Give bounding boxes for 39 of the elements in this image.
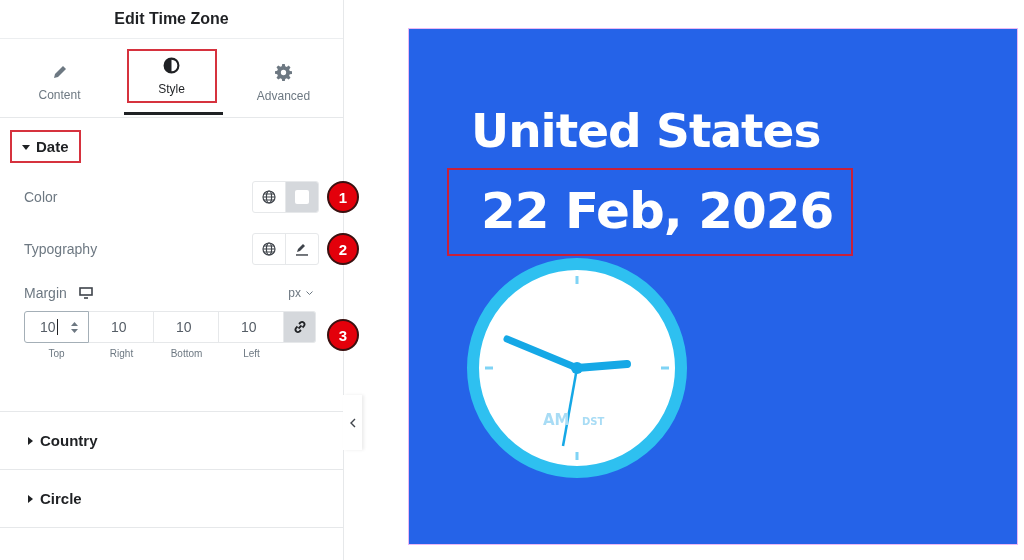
field-label: Top <box>48 348 65 359</box>
desktop-icon <box>78 287 93 299</box>
step-badge: 3 <box>327 319 359 351</box>
caret-icon <box>22 142 30 151</box>
panel-title: Edit Time Zone <box>0 0 343 39</box>
contrast-icon <box>163 56 180 74</box>
dst-label: DST <box>582 416 605 427</box>
settings-icon <box>275 63 292 81</box>
caret-icon <box>26 436 34 445</box>
field-label: Bottom <box>170 348 203 359</box>
section-header[interactable]: Country <box>24 424 110 457</box>
tab[interactable]: Advanced <box>227 49 340 115</box>
tab[interactable]: Content <box>3 49 116 115</box>
globe-icon <box>262 190 276 204</box>
input-field[interactable]: 10 <box>89 311 154 343</box>
step-badge: 2 <box>327 233 359 265</box>
chevron-down-icon <box>306 290 313 296</box>
globe-icon <box>262 242 276 256</box>
pencil-icon <box>295 242 309 256</box>
link-icon <box>292 320 307 334</box>
section-header[interactable]: Date <box>10 130 81 163</box>
color-picker[interactable] <box>285 182 318 212</box>
spinner-icon <box>70 321 79 334</box>
country-name: United States <box>471 103 821 158</box>
link-button[interactable] <box>284 311 316 343</box>
date-text: 22 Feb, 2026 <box>447 168 854 256</box>
section-header[interactable]: Circle <box>24 482 94 515</box>
field-label: Left <box>243 348 260 359</box>
control-label: Typography <box>24 241 99 257</box>
control-label: Margin <box>24 285 67 301</box>
control-label: Color <box>24 189 59 205</box>
field-label: Right <box>109 348 134 359</box>
caret-icon <box>26 494 34 503</box>
step-badge: 1 <box>327 181 359 213</box>
chevron-left-icon <box>349 417 356 428</box>
input-field[interactable]: 10 <box>24 311 89 343</box>
unit-select[interactable]: px <box>288 286 319 300</box>
pencil-icon <box>51 64 68 80</box>
input-field[interactable]: 10 <box>154 311 219 343</box>
